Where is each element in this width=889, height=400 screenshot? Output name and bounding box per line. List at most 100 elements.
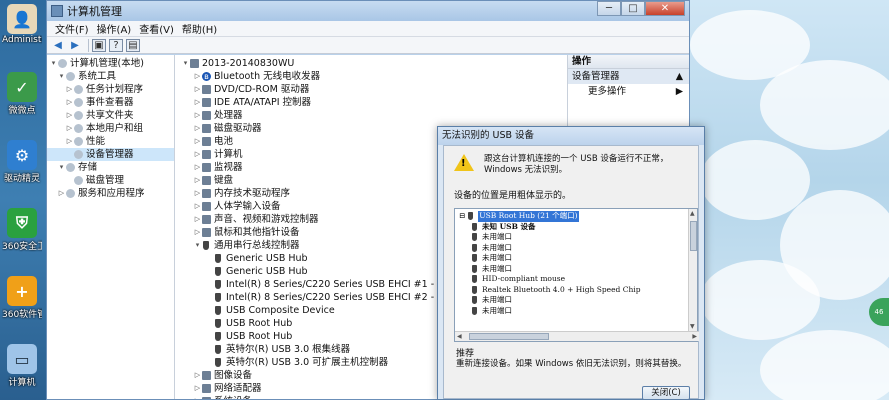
console-tree-item[interactable]: 磁盘管理 (47, 174, 174, 187)
expand-arrow-icon[interactable]: ▷ (65, 83, 74, 96)
device-tree-label: 英特尔(R) USB 3.0 根集线器 (226, 344, 351, 355)
expand-arrow-icon[interactable]: ▷ (193, 174, 202, 187)
expand-arrow-icon[interactable]: ▷ (193, 148, 202, 161)
node-icon (74, 111, 83, 120)
collapse-box-icon[interactable]: ⊟ (459, 211, 465, 222)
desktop-icon-computer[interactable]: ▭ 计算机 (2, 344, 42, 388)
desktop-icon-driver-genius[interactable]: ⚙ 驱动精灵 (2, 140, 42, 184)
usb-device-list[interactable]: ⊟ USB Root Hub (21 个端口) 未知 USB 设备 未用端口 未用端口… (454, 208, 699, 342)
expand-arrow-icon[interactable]: ▾ (181, 57, 190, 70)
up-folder-icon[interactable]: ▣ (92, 38, 106, 52)
device-tree-label: 英特尔(R) USB 3.0 可扩展主机控制器 (226, 357, 389, 368)
menu-action[interactable]: 操作(A) (97, 21, 132, 36)
usb-icon (215, 332, 221, 341)
desktop-icon-360-security[interactable]: ⛨ 360安全卫士 (2, 208, 42, 252)
expand-arrow-icon[interactable]: ▾ (193, 239, 202, 252)
scroll-down-icon[interactable]: ▼ (690, 323, 695, 330)
expand-arrow-icon[interactable]: ▷ (193, 83, 202, 96)
expand-arrow-icon[interactable]: ▷ (193, 213, 202, 226)
usb-tree-item[interactable]: HID-compliant mouse (459, 274, 697, 285)
expand-arrow-icon[interactable]: ▷ (65, 135, 74, 148)
back-icon[interactable]: ◀ (51, 39, 65, 52)
app-icon (51, 5, 63, 17)
console-tree-item[interactable]: ▷ 本地用户和组 (47, 122, 174, 135)
expand-arrow-icon[interactable]: ▷ (193, 122, 202, 135)
device-tree-item[interactable]: ▾ 2013-20140830WU (177, 57, 565, 70)
hscroll-thumb[interactable] (469, 333, 549, 340)
expand-arrow-icon[interactable]: ▷ (193, 200, 202, 213)
menu-help[interactable]: 帮助(H) (182, 21, 217, 36)
usb-tree-item[interactable]: 未用端口 (459, 232, 697, 243)
device-tree-label: Generic USB Hub (226, 253, 308, 264)
device-tree-item[interactable]: ▷ ʙ Bluetooth 无线电收发器 (177, 70, 565, 83)
device-icon (202, 202, 211, 211)
usb-tree-item[interactable]: Realtek Bluetooth 4.0 + High Speed Chip (459, 285, 697, 296)
console-tree-item[interactable]: ▷ 共享文件夹 (47, 109, 174, 122)
device-tree-item[interactable]: ▷ IDE ATA/ATAPI 控制器 (177, 96, 565, 109)
scroll-left-icon[interactable]: ◀ (457, 333, 462, 340)
expand-arrow-icon[interactable]: ▷ (65, 109, 74, 122)
expand-arrow-icon[interactable]: ▷ (193, 187, 202, 200)
menu-view[interactable]: 查看(V) (139, 21, 174, 36)
console-tree-item[interactable]: ▾ 存储 (47, 161, 174, 174)
usb-tree-item[interactable]: 未用端口 (459, 264, 697, 275)
expand-arrow-icon[interactable]: ▷ (193, 369, 202, 382)
usb-tree-item[interactable]: 未知 USB 设备 (459, 222, 697, 233)
expand-arrow-icon[interactable]: ▷ (193, 161, 202, 174)
expand-arrow-icon[interactable]: ▷ (193, 135, 202, 148)
expand-arrow-icon[interactable]: ▷ (193, 96, 202, 109)
device-tree-item[interactable]: ▷ 处理器 (177, 109, 565, 122)
expand-arrow-icon[interactable]: ▷ (193, 382, 202, 395)
usb-plug-icon (468, 212, 474, 221)
expand-arrow-icon[interactable]: ▷ (193, 226, 202, 239)
help-icon[interactable]: ? (109, 38, 123, 52)
desktop-icon-360-software[interactable]: + 360软件管家 (2, 276, 42, 320)
node-icon (74, 85, 83, 94)
scroll-right-icon[interactable]: ▶ (692, 333, 697, 340)
expand-arrow-icon[interactable]: ▾ (49, 57, 58, 70)
expand-arrow-icon[interactable]: ▷ (193, 70, 202, 83)
device-icon (202, 111, 211, 120)
properties-icon[interactable]: ▤ (126, 38, 140, 52)
expand-arrow-icon[interactable]: ▷ (65, 122, 74, 135)
close-button[interactable]: ✕ (645, 1, 685, 16)
console-tree-item[interactable]: 设备管理器 (47, 148, 174, 161)
device-tree-item[interactable]: ▷ DVD/CD-ROM 驱动器 (177, 83, 565, 96)
usb-tree-item[interactable]: 未用端口 (459, 253, 697, 264)
more-actions-item[interactable]: 更多操作 ▶ (568, 84, 689, 100)
console-tree-item[interactable]: ▷ 服务和应用程序 (47, 187, 174, 200)
expand-arrow-icon[interactable]: ▷ (57, 187, 66, 200)
floating-badge[interactable]: 46 (869, 298, 889, 326)
title-bar[interactable]: 计算机管理 ─ □ ✕ (47, 1, 689, 21)
usb-tree-item[interactable]: 未用端口 (459, 243, 697, 254)
console-tree-item[interactable]: ▷ 任务计划程序 (47, 83, 174, 96)
expand-arrow-icon[interactable]: ▷ (193, 395, 202, 399)
minimize-button[interactable]: ─ (597, 1, 621, 16)
usb-tree-item[interactable]: ⊟ USB Root Hub (21 个端口) (459, 211, 697, 222)
usb-tree-item[interactable]: 未用端口 (459, 306, 697, 317)
expand-arrow-icon[interactable]: ▾ (57, 161, 66, 174)
desktop-icon-weiweidian[interactable]: ✓ 微微点 (2, 72, 42, 116)
console-tree-label: 事件查看器 (86, 97, 134, 108)
dialog-title[interactable]: 无法识别的 USB 设备 (438, 127, 704, 145)
horizontal-scrollbar[interactable]: ◀ ▶ (455, 331, 699, 341)
dialog-close-button[interactable]: 关闭(C) (642, 386, 690, 400)
usb-icon (215, 306, 221, 315)
usb-plug-icon (472, 285, 477, 294)
usb-tree-item[interactable]: 未用端口 (459, 295, 697, 306)
expand-arrow-icon[interactable]: ▷ (193, 109, 202, 122)
maximize-button[interactable]: □ (621, 1, 645, 16)
desktop-icon-administrator[interactable]: 👤 Administr... (2, 4, 42, 45)
forward-icon[interactable]: ▶ (68, 39, 82, 52)
expand-arrow-icon[interactable]: ▾ (57, 70, 66, 83)
scroll-up-icon[interactable]: ▲ (690, 210, 695, 217)
console-tree-item[interactable]: ▷ 性能 (47, 135, 174, 148)
console-tree-item[interactable]: ▾ 计算机管理(本地) (47, 57, 174, 70)
expand-arrow-icon[interactable]: ▷ (65, 96, 74, 109)
console-tree-item[interactable]: ▾ 系统工具 (47, 70, 174, 83)
vertical-scrollbar[interactable]: ▲ ▼ (688, 209, 697, 331)
scroll-thumb[interactable] (690, 221, 697, 251)
actions-section-device-manager[interactable]: 设备管理器 ▲ (568, 69, 689, 84)
menu-file[interactable]: 文件(F) (55, 21, 89, 36)
console-tree-item[interactable]: ▷ 事件查看器 (47, 96, 174, 109)
